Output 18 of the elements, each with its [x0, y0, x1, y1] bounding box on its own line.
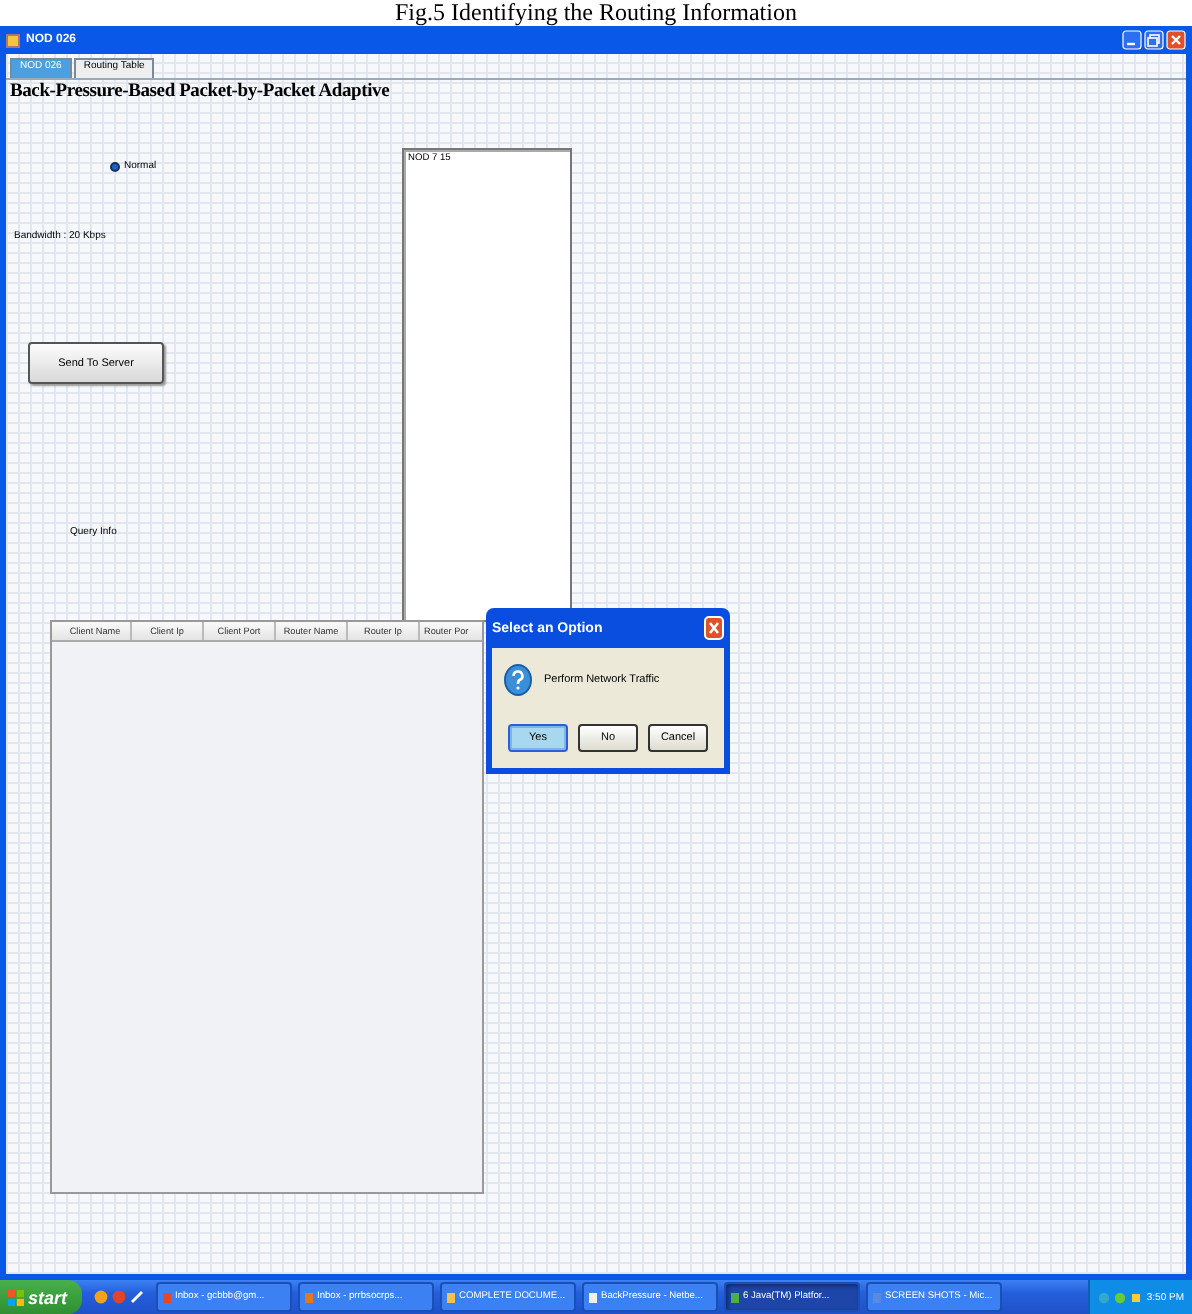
window-icon: [587, 1291, 598, 1303]
figure-caption: Fig.5 Identifying the Routing Information: [395, 0, 797, 26]
radio-icon[interactable]: [110, 161, 120, 171]
question-icon: [504, 664, 532, 696]
window-icon: [161, 1291, 172, 1303]
app-heading: Back-Pressure-Based Packet-by-Packet Adaptive: [10, 82, 390, 102]
window-icon: [871, 1291, 882, 1303]
window-icon: [729, 1291, 740, 1303]
close-icon[interactable]: [704, 616, 724, 640]
minimize-icon[interactable]: [1122, 30, 1142, 50]
windows-logo-icon: [8, 1289, 24, 1305]
pen-icon[interactable]: [129, 1290, 144, 1304]
close-icon[interactable]: [1166, 30, 1186, 50]
window-icon: [445, 1291, 456, 1303]
browser-icon[interactable]: [93, 1290, 108, 1304]
window-icon: [303, 1291, 314, 1303]
restore-icon[interactable]: [1144, 30, 1164, 50]
app-icon: [6, 33, 20, 47]
